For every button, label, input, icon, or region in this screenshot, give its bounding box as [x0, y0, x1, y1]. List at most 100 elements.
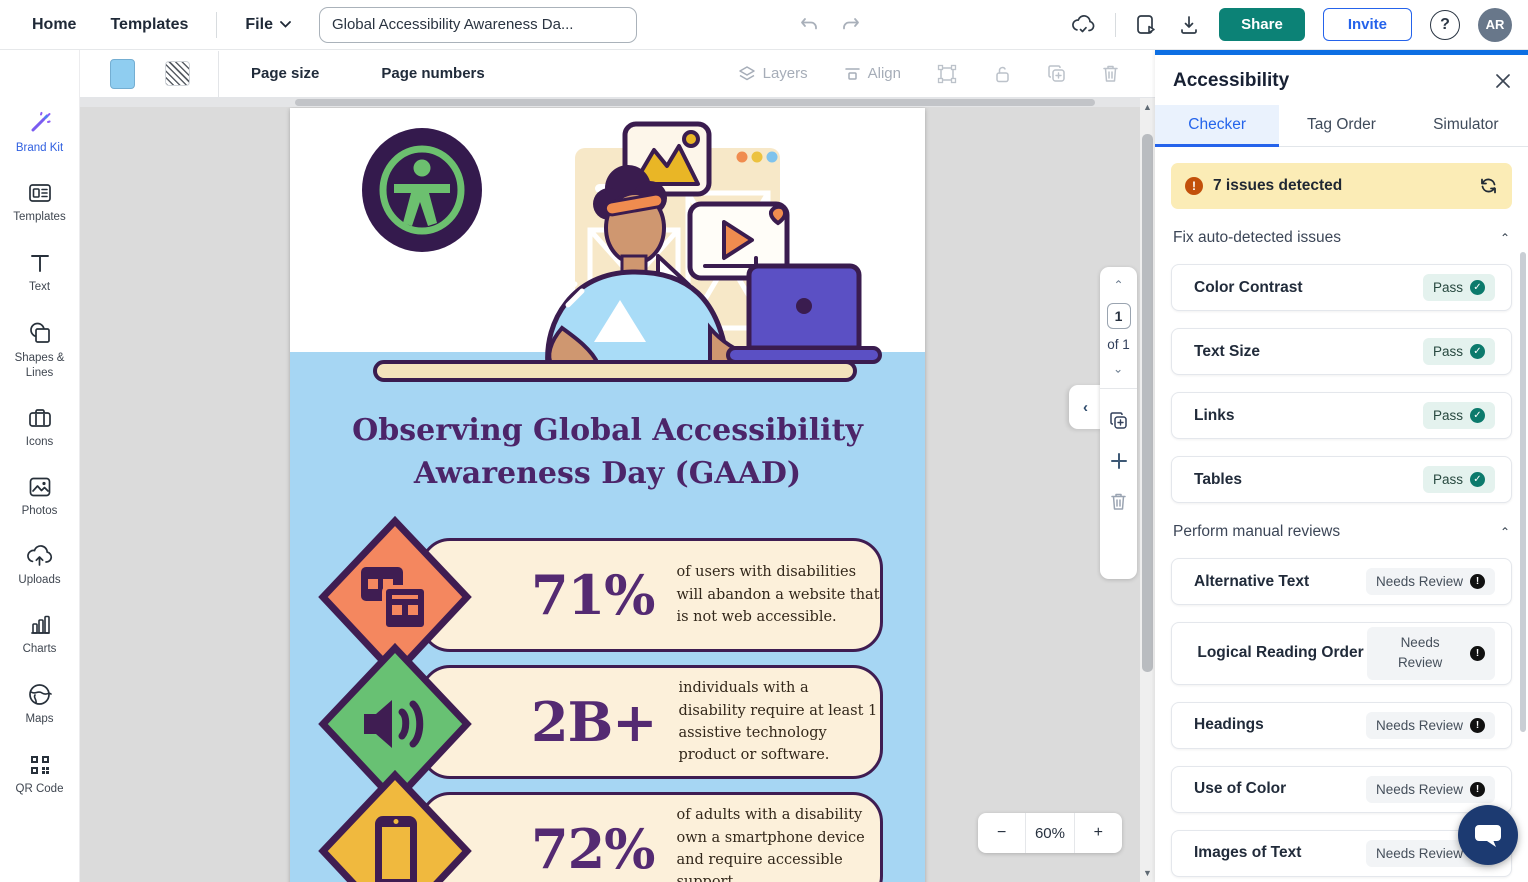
lock-button[interactable] [993, 64, 1011, 84]
sidebar-item-shapes-lines[interactable]: Shapes & Lines [2, 320, 78, 380]
page-numbers-button[interactable]: Page numbers [381, 65, 484, 82]
redo-button[interactable] [839, 14, 863, 36]
pass-check-icon: ✓ [1470, 408, 1485, 423]
share-button[interactable]: Share [1219, 8, 1305, 41]
page-pattern-swatch[interactable] [165, 61, 190, 86]
layers-button[interactable]: Layers [738, 65, 808, 83]
sidebar-item-brand-kit[interactable]: Brand Kit [2, 110, 78, 155]
sidebar-item-templates[interactable]: Templates [2, 181, 78, 224]
needs-review-icon: ! [1470, 781, 1485, 797]
undo-icon [801, 17, 818, 29]
checker-content: ! 7 issues detected Fix auto-detected is… [1155, 147, 1528, 882]
duplicate-page-button[interactable] [1109, 411, 1128, 430]
check-card-color-contrast[interactable]: Color Contrast Pass ✓ [1171, 264, 1512, 311]
sidebar-item-maps[interactable]: Maps [2, 682, 78, 726]
page-navigation: ⌃ 1 of 1 ⌃ [1100, 267, 1137, 579]
page-down-chevron[interactable]: ⌃ [1113, 361, 1123, 375]
help-button[interactable]: ? [1430, 9, 1460, 40]
scroll-down-arrow[interactable]: ▼ [1140, 866, 1155, 880]
check-card-tables[interactable]: Tables Pass ✓ [1171, 456, 1512, 503]
page-up-chevron[interactable]: ⌃ [1113, 279, 1123, 291]
sidebar-item-label: Maps [25, 713, 54, 726]
left-sidebar: Brand Kit Templates Text Shapes & Lines … [0, 50, 80, 882]
sidebar-item-uploads[interactable]: Uploads [2, 544, 78, 587]
chat-widget-button[interactable] [1458, 805, 1518, 865]
avatar[interactable]: AR [1478, 7, 1512, 42]
sidebar-item-text[interactable]: Text [2, 251, 78, 294]
chevron-up-icon: ⌃ [1499, 231, 1510, 245]
check-card-headings[interactable]: Headings Needs Review! [1171, 701, 1512, 749]
section-manual-reviews[interactable]: Perform manual reviews ⌃ [1173, 523, 1510, 541]
divider [1100, 388, 1137, 389]
horizontal-scrollbar-thumb[interactable] [295, 99, 1095, 106]
align-icon [844, 67, 860, 80]
sidebar-item-qr-code[interactable]: QR Code [2, 753, 78, 796]
panel-scrollbar-thumb[interactable] [1520, 252, 1526, 732]
zoom-in-button[interactable]: + [1073, 813, 1122, 853]
page-size-button[interactable]: Page size [251, 65, 319, 82]
sidebar-item-photos[interactable]: Photos [2, 475, 78, 518]
horizontal-scrollbar[interactable] [80, 98, 1140, 107]
sidebar-item-label: Text [28, 280, 51, 293]
refresh-icon[interactable] [1479, 177, 1498, 195]
pass-check-icon: ✓ [1470, 344, 1485, 359]
stat-text: of adults with a disability own a smartp… [676, 807, 865, 882]
add-page-button[interactable] [1110, 452, 1128, 470]
stat-pill-3: 72% of adults with a disability own a sm… [420, 792, 883, 882]
undo-button[interactable] [797, 14, 821, 36]
close-panel-button[interactable] [1496, 74, 1510, 88]
shapes-icon [29, 322, 50, 343]
cloud-check-icon [1072, 14, 1095, 32]
section-auto-detected[interactable]: Fix auto-detected issues ⌃ [1173, 229, 1510, 247]
zoom-out-button[interactable]: − [978, 813, 1025, 853]
align-button[interactable]: Align [844, 65, 901, 82]
nav-templates[interactable]: Templates [110, 16, 188, 34]
scroll-up-arrow[interactable]: ▲ [1140, 100, 1155, 114]
preview-button[interactable] [1134, 12, 1159, 37]
document-title-input[interactable] [318, 6, 637, 43]
collapse-panel-tab[interactable]: ‹ [1069, 385, 1102, 429]
check-card-use-of-color[interactable]: Use of Color Needs Review! [1171, 765, 1512, 813]
sidebar-item-label: QR Code [15, 782, 64, 795]
cloud-save-button[interactable] [1069, 13, 1097, 37]
sidebar-item-icons[interactable]: Icons [2, 406, 78, 449]
bar-chart-icon [30, 615, 50, 634]
check-card-links[interactable]: Links Pass ✓ [1171, 392, 1512, 439]
infographic-page[interactable]: Observing Global Accessibility Awareness… [290, 108, 925, 882]
layers-icon [738, 65, 755, 80]
tab-simulator[interactable]: Simulator [1404, 105, 1528, 146]
vertical-scrollbar-thumb[interactable] [1142, 134, 1153, 672]
nav-home[interactable]: Home [32, 16, 76, 34]
status-badge: Needs Review! [1365, 711, 1495, 739]
photo-icon [29, 477, 50, 497]
current-page-number[interactable]: 1 [1106, 303, 1131, 329]
trash-icon [1111, 493, 1126, 510]
text-icon [30, 254, 49, 272]
delete-page-button[interactable] [1110, 492, 1127, 511]
tab-checker[interactable]: Checker [1155, 105, 1280, 147]
crop-button[interactable] [937, 64, 957, 84]
check-card-logical-reading-order[interactable]: Logical Reading Order Needs Review! [1171, 622, 1512, 685]
check-card-text-size[interactable]: Text Size Pass ✓ [1171, 328, 1512, 375]
warning-icon: ! [1185, 177, 1203, 195]
canvas-viewport[interactable]: Observing Global Accessibility Awareness… [80, 98, 1155, 882]
status-badge: Pass ✓ [1422, 402, 1495, 429]
download-button[interactable] [1177, 13, 1201, 37]
delete-button[interactable] [1102, 64, 1119, 83]
pass-check-icon: ✓ [1470, 280, 1485, 295]
sidebar-item-charts[interactable]: Charts [2, 613, 78, 656]
invite-button[interactable]: Invite [1322, 8, 1412, 41]
stat-diamond-3 [318, 769, 472, 882]
panel-title: Accessibility [1173, 70, 1290, 91]
duplicate-button[interactable] [1047, 64, 1066, 83]
vertical-scrollbar[interactable]: ▲ ▼ [1140, 98, 1155, 882]
file-menu[interactable]: File [245, 16, 291, 34]
chevron-up-icon: ⌃ [1499, 525, 1510, 539]
tab-tag-order[interactable]: Tag Order [1279, 105, 1403, 146]
check-card-alternative-text[interactable]: Alternative Text Needs Review! [1171, 558, 1512, 605]
zoom-level[interactable]: 60% [1025, 813, 1073, 853]
panel-tabs: Checker Tag Order Simulator [1155, 105, 1528, 147]
accessibility-panel: Accessibility Checker Tag Order Simulato… [1155, 50, 1528, 882]
page-color-swatch[interactable] [110, 58, 135, 89]
divider [1115, 12, 1117, 37]
